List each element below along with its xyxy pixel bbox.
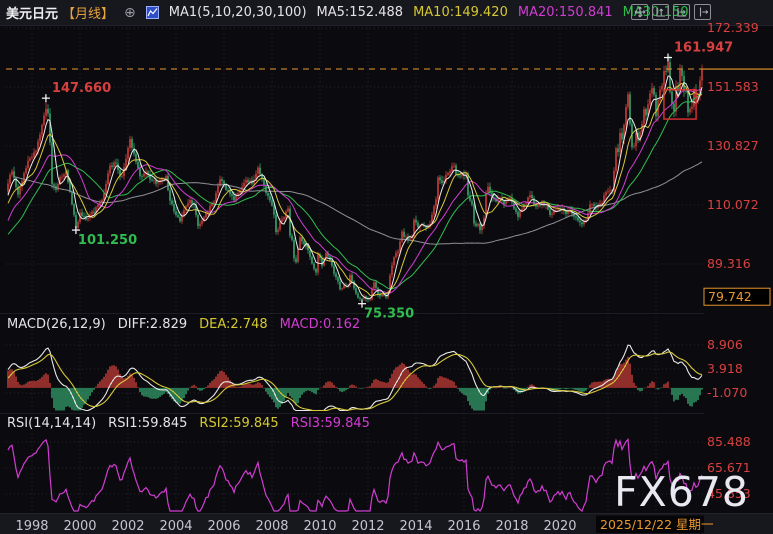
fx678-watermark: FX678: [614, 468, 749, 516]
rsi-header: RSI(14,14,14) RSI1:59.845 RSI2:59.845 RS…: [7, 416, 370, 431]
svg-text:2012: 2012: [351, 519, 384, 534]
macd-header: MACD(26,12,9) DIFF:2.829 DEA:2.748 MACD:…: [7, 317, 360, 332]
axis-zoom-right-icon[interactable]: [673, 4, 690, 20]
svg-text:130.827: 130.827: [707, 138, 759, 153]
macd-macd-value: MACD:0.162: [280, 317, 361, 332]
macd-diff-value: DIFF:2.829: [118, 317, 187, 332]
chart-style-icon[interactable]: [146, 6, 159, 19]
svg-text:75.350: 75.350: [364, 307, 414, 322]
period-label[interactable]: 【月线】: [62, 3, 114, 22]
exit-view-icon[interactable]: [694, 4, 711, 20]
svg-text:85.488: 85.488: [707, 434, 751, 449]
svg-text:110.072: 110.072: [707, 197, 759, 212]
trading-chart-window: 147.660 101.250 75.350 161.947 1998 2000 2002 2…: [0, 0, 773, 534]
ma5-value: MA5:152.488: [317, 5, 404, 20]
axis-zoom-up-icon[interactable]: [652, 4, 669, 20]
ma-settings-label: MA1(5,10,20,30,100): [169, 5, 307, 20]
svg-text:1998: 1998: [15, 519, 48, 534]
rsi-title: RSI(14,14,14): [7, 416, 96, 431]
svg-text:2008: 2008: [255, 519, 288, 534]
svg-text:2014: 2014: [399, 519, 432, 534]
chart-canvas[interactable]: 147.660 101.250 75.350 161.947 1998 2000 2002 2…: [0, 0, 773, 534]
svg-text:2020: 2020: [543, 519, 576, 534]
macd-title: MACD(26,12,9): [7, 317, 106, 332]
svg-text:2016: 2016: [447, 519, 480, 534]
pan-icon[interactable]: [631, 4, 648, 20]
svg-text:3.918: 3.918: [707, 361, 743, 376]
svg-text:-1.070: -1.070: [707, 385, 747, 400]
svg-text:161.947: 161.947: [674, 41, 733, 56]
rsi3-value: RSI3:59.845: [291, 416, 370, 431]
svg-text:89.316: 89.316: [707, 256, 751, 271]
symbol-title: 美元日元: [6, 3, 58, 22]
svg-text:2025/12/22 星期一: 2025/12/22 星期一: [600, 517, 714, 532]
svg-text:101.250: 101.250: [78, 233, 137, 248]
add-compare-icon[interactable]: ⊕: [124, 6, 136, 20]
svg-text:2010: 2010: [303, 519, 336, 534]
svg-text:2018: 2018: [495, 519, 528, 534]
svg-text:2000: 2000: [63, 519, 96, 534]
svg-text:8.906: 8.906: [707, 337, 743, 352]
svg-text:151.583: 151.583: [707, 79, 759, 94]
svg-text:79.742: 79.742: [708, 289, 752, 304]
chart-toolbar: [631, 4, 711, 20]
svg-text:2006: 2006: [207, 519, 240, 534]
rsi2-value: RSI2:59.845: [199, 416, 278, 431]
svg-text:147.660: 147.660: [52, 81, 111, 96]
macd-dea-value: DEA:2.748: [199, 317, 268, 332]
svg-text:2004: 2004: [159, 519, 192, 534]
ma10-value: MA10:149.420: [413, 5, 508, 20]
svg-text:2002: 2002: [111, 519, 144, 534]
rsi1-value: RSI1:59.845: [108, 416, 187, 431]
ma20-value: MA20:150.841: [518, 5, 613, 20]
